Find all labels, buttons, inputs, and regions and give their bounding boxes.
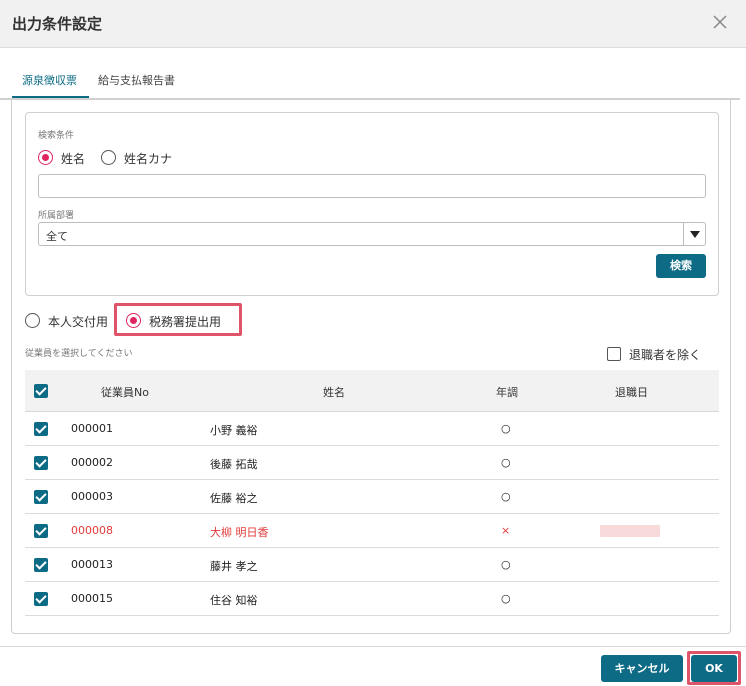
cell-employee-no: 000008 <box>71 524 113 537</box>
cell-employee-no: 000003 <box>71 490 113 503</box>
col-retired-date: 退職日 <box>615 386 648 399</box>
row-checkbox[interactable] <box>34 524 48 538</box>
cell-nencho: ○ <box>501 592 511 605</box>
radio-name-kana-label: 姓名カナ <box>124 152 173 166</box>
search-button[interactable]: 検索 <box>656 254 706 278</box>
table-row[interactable]: 000002 後藤 拓哉 ○ <box>25 446 719 480</box>
table-row[interactable]: 000001 小野 義裕 ○ <box>25 412 719 446</box>
table-row[interactable]: 000008 大柳 明日香 × <box>25 514 719 548</box>
cell-name: 藤井 孝之 <box>210 560 258 573</box>
cell-name: 大柳 明日香 <box>210 526 269 539</box>
close-icon[interactable] <box>710 12 730 32</box>
tab-kyuyo-report[interactable]: 給与支払報告書 <box>98 72 175 88</box>
cell-nencho: ○ <box>501 558 511 571</box>
cancel-button[interactable]: キャンセル <box>601 655 683 682</box>
exclude-retired-checkbox[interactable] <box>607 347 621 361</box>
radio-honnin[interactable] <box>25 313 40 328</box>
department-select[interactable]: 全て <box>38 222 706 246</box>
cell-employee-no: 000001 <box>71 422 113 435</box>
col-nencho: 年調 <box>496 386 518 399</box>
radio-name[interactable] <box>38 150 53 165</box>
radio-zeimusho-label: 税務署提出用 <box>149 315 222 329</box>
cell-employee-no: 000015 <box>71 592 113 605</box>
cell-employee-no: 000002 <box>71 456 113 469</box>
search-section-label: 検索条件 <box>38 131 75 141</box>
cell-employee-no: 000013 <box>71 558 113 571</box>
search-box <box>25 112 719 296</box>
row-checkbox[interactable] <box>34 456 48 470</box>
table-header: 従業員No 姓名 年調 退職日 <box>25 370 719 412</box>
dropdown-arrow-icon[interactable] <box>683 223 705 245</box>
col-employee-no: 従業員No <box>101 386 149 399</box>
keyword-input[interactable] <box>38 174 706 198</box>
col-name: 姓名 <box>323 386 345 399</box>
radio-zeimusho[interactable] <box>126 313 141 328</box>
retired-date-redacted <box>600 525 660 537</box>
cell-nencho: × <box>501 524 511 537</box>
table-row[interactable]: 000015 住谷 知裕 ○ <box>25 582 719 616</box>
dialog-header: 出力条件設定 <box>0 0 746 48</box>
ok-button[interactable]: OK <box>691 655 737 682</box>
cell-nencho: ○ <box>501 456 511 469</box>
cell-nencho: ○ <box>501 490 511 503</box>
radio-name-kana[interactable] <box>101 150 116 165</box>
employee-hint: 従業員を選択してください <box>25 349 133 359</box>
radio-name-label: 姓名 <box>61 152 86 166</box>
radio-honnin-label: 本人交付用 <box>48 315 109 329</box>
tab-gensen[interactable]: 源泉徴収票 <box>22 72 77 88</box>
table-row[interactable]: 000013 藤井 孝之 ○ <box>25 548 719 582</box>
tab-bar: 源泉徴収票 給与支払報告書 <box>0 48 740 100</box>
department-select-value: 全て <box>46 230 68 243</box>
select-all-checkbox[interactable] <box>34 384 48 398</box>
cell-name: 佐藤 裕之 <box>210 492 258 505</box>
row-checkbox[interactable] <box>34 422 48 436</box>
cell-name: 後藤 拓哉 <box>210 458 258 471</box>
table-row[interactable]: 000003 佐藤 裕之 ○ <box>25 480 719 514</box>
cell-name: 住谷 知裕 <box>210 594 258 607</box>
department-label: 所属部署 <box>38 211 75 221</box>
cell-nencho: ○ <box>501 422 511 435</box>
exclude-retired-label: 退職者を除く <box>629 348 702 362</box>
row-checkbox[interactable] <box>34 558 48 572</box>
dialog-title: 出力条件設定 <box>12 15 103 33</box>
row-checkbox[interactable] <box>34 592 48 606</box>
row-checkbox[interactable] <box>34 490 48 504</box>
active-tab-indicator <box>12 96 89 98</box>
cell-name: 小野 義裕 <box>210 424 258 437</box>
